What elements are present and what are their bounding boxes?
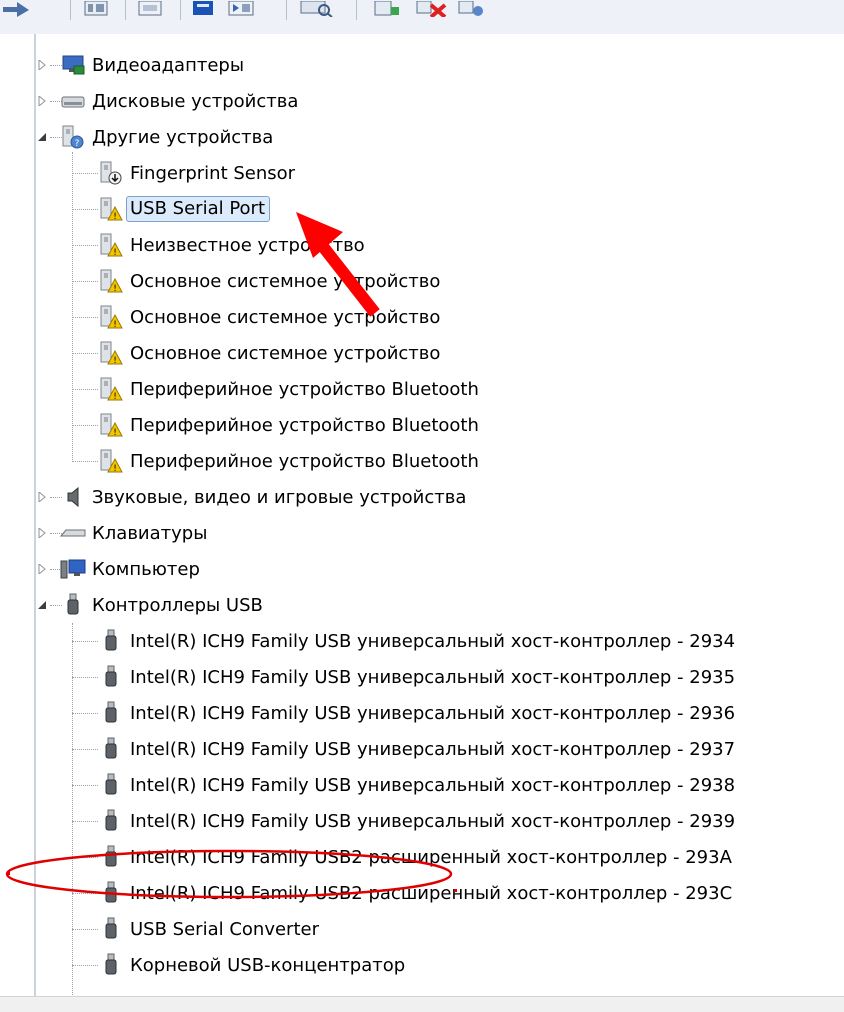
device-label: Intel(R) ICH9 Family USB универсальный х… [130,666,736,688]
device-label: Периферийное устройство Bluetooth [130,378,479,400]
scan-hardware-icon [300,1,333,17]
keyboard-icon [60,529,86,537]
device-label: USB Serial Port [126,196,271,222]
tree-guide-line [72,623,73,1003]
collapse-arrow-icon[interactable] [36,599,48,611]
expand-arrow-icon[interactable] [36,59,48,71]
device-label: Неизвестное устройство [130,234,365,256]
svg-text:!: ! [113,248,117,258]
device-label: Корневой USB-концентратор [130,954,406,976]
speaker-icon [67,486,79,508]
update-driver-icon [374,1,399,16]
device-warning-icon: ! [100,233,123,258]
device-label: Fingerprint Sensor [130,162,296,184]
device-label: Intel(R) ICH9 Family USB универсальный х… [130,774,736,796]
usb-plug-icon [105,845,117,867]
usb-plug-icon [105,701,117,723]
expand-arrow-icon[interactable] [36,563,48,575]
svg-text:!: ! [113,356,117,366]
device-label: Intel(R) ICH9 Family USB универсальный х… [130,810,736,832]
svg-text:?: ? [75,139,80,149]
uninstall-icon [416,1,447,17]
usb-plug-icon [105,953,117,975]
svg-text:!: ! [113,212,117,222]
status-bar [0,996,844,1012]
usb-plug-icon [105,665,117,687]
usb-plug-icon [105,629,117,651]
usb-plug-icon [105,737,117,759]
enable-button[interactable] [456,0,486,18]
toolbar [0,0,844,34]
svg-text:!: ! [113,284,117,294]
device-label: USB Serial Converter [130,918,319,940]
help-icon [138,1,162,16]
svg-text:!: ! [113,428,117,438]
device-label: Основное системное устройство [130,306,441,328]
toolbar-separator [180,0,181,20]
expand-arrow-icon[interactable] [36,95,48,107]
unknown-device-icon: ? [62,125,84,149]
scan-hardware-button[interactable] [298,0,334,18]
enable-icon [458,1,483,16]
device-warning-icon: ! [100,341,123,366]
device-warning-icon: ! [100,449,123,474]
back-button[interactable] [2,0,38,18]
toolbar-separator [286,0,287,20]
properties-icon [84,1,108,16]
toolbar-separator [70,0,71,20]
expand-arrow-icon[interactable] [36,491,48,503]
toolbar-separator [125,0,126,20]
category-label: Клавиатуры [92,522,208,544]
driver-button[interactable] [226,0,256,18]
usb-plug-icon [67,593,79,615]
device-label: Периферийное устройство Bluetooth [130,450,479,472]
display-adapter-icon [62,55,85,75]
device-download-icon [100,161,122,185]
expand-arrow-icon[interactable] [36,527,48,539]
tree-guide-line [72,152,73,462]
svg-text:!: ! [113,464,117,474]
device-label: Intel(R) ICH9 Family USB универсальный х… [130,702,736,724]
update-driver-button[interactable] [372,0,402,18]
category-label: Дисковые устройства [92,90,299,112]
category-label: Другие устройства [92,126,274,148]
tree-left-border [34,34,36,1000]
toolbar-separator [356,0,357,20]
usb-plug-icon [105,773,117,795]
usb-plug-icon [105,917,117,939]
device-label: Intel(R) ICH9 Family USB2 расширенный хо… [130,846,732,868]
device-label: Периферийное устройство Bluetooth [130,414,479,436]
device-warning-icon: ! [100,305,123,330]
device-label: Intel(R) ICH9 Family USB универсальный х… [130,630,736,652]
svg-text:!: ! [113,392,117,402]
device-warning-icon: ! [100,413,123,438]
collapse-arrow-icon[interactable] [36,131,48,143]
svg-text:!: ! [113,320,117,330]
device-warning-icon: ! [100,197,123,222]
category-label: Видеоадаптеры [92,54,245,76]
uninstall-button[interactable] [414,0,448,18]
disk-drive-icon [61,96,85,108]
category-label: Звуковые, видео и игровые устройства [92,486,467,508]
computer-icon [60,559,86,579]
device-label: Intel(R) ICH9 Family USB универсальный х… [130,738,736,760]
device-label: Основное системное устройство [130,342,441,364]
device-label: Intel(R) ICH9 Family USB2 расширенный хо… [130,882,733,904]
driver-icon [228,1,254,16]
properties-button[interactable] [82,0,110,18]
category-label: Контроллеры USB [92,594,263,616]
usb-plug-icon [105,881,117,903]
back-icon [3,2,29,17]
device-warning-icon: ! [100,377,123,402]
show-hidden-icon [193,1,213,15]
help-button[interactable] [136,0,164,18]
device-warning-icon: ! [100,269,123,294]
category-label: Компьютер [92,558,200,580]
show-hidden-button[interactable] [190,0,216,18]
usb-plug-icon [105,809,117,831]
device-label: Основное системное устройство [130,270,441,292]
